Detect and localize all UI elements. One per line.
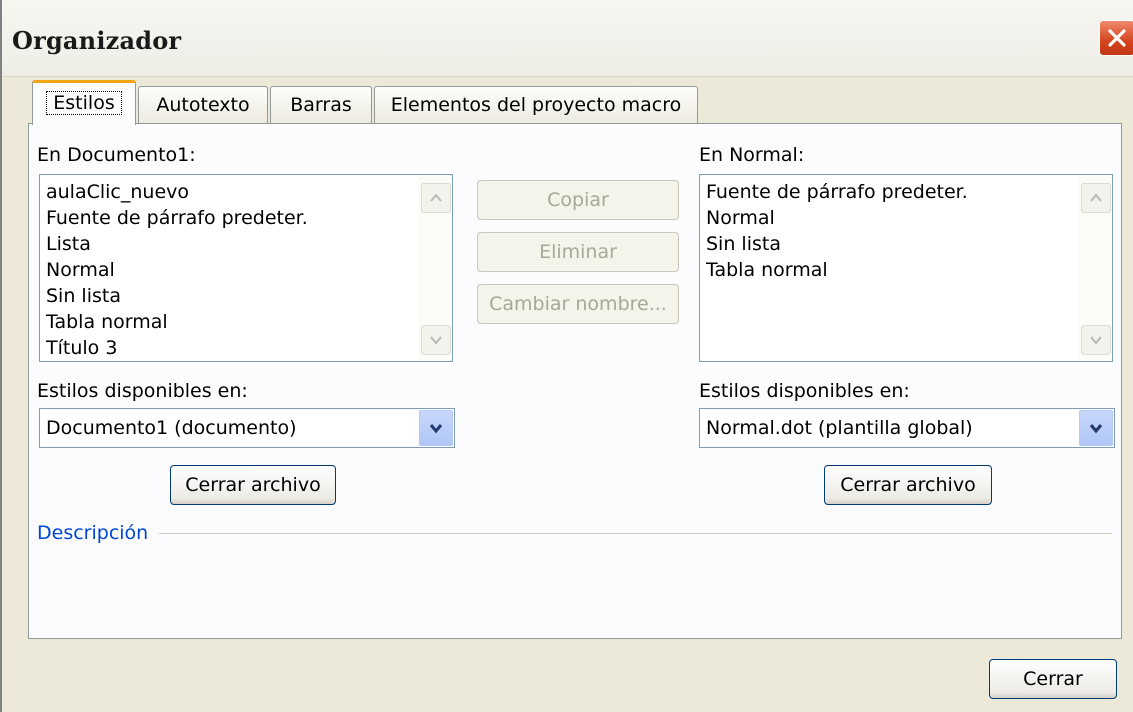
chevron-up-icon — [1090, 193, 1102, 202]
left-available-value: Documento1 (documento) — [46, 417, 297, 439]
list-item[interactable]: Lista — [46, 231, 308, 257]
tab-barras[interactable]: Barras — [270, 86, 372, 124]
list-item[interactable]: Sin lista — [706, 231, 968, 257]
scroll-up-button[interactable] — [421, 183, 451, 213]
scroll-down-button[interactable] — [1081, 325, 1111, 355]
chevron-down-icon — [1089, 424, 1103, 434]
scroll-up-button[interactable] — [1081, 183, 1111, 213]
left-available-select[interactable]: Documento1 (documento) — [39, 408, 455, 448]
title-bar[interactable]: Organizador — [2, 0, 1133, 77]
tab-estilos[interactable]: Estilos — [32, 80, 136, 125]
window-title: Organizador — [12, 26, 182, 55]
chevron-down-icon — [1090, 336, 1102, 345]
left-list-scrollbar[interactable] — [418, 175, 452, 361]
chevron-up-icon — [430, 193, 442, 202]
right-available-value: Normal.dot (plantilla global) — [706, 417, 973, 439]
right-dropdown-button[interactable] — [1079, 410, 1113, 446]
window-close-button[interactable] — [1099, 20, 1133, 56]
left-dropdown-button[interactable] — [419, 410, 453, 446]
tab-panel-estilos: En Documento1: aulaClic_nuevo Fuente de … — [28, 123, 1122, 639]
delete-button[interactable]: Eliminar — [477, 232, 679, 272]
organizer-dialog: Organizador Estilos Autotexto Barras Ele… — [0, 0, 1133, 712]
list-item[interactable]: Sin lista — [46, 283, 308, 309]
tab-autotexto[interactable]: Autotexto — [138, 86, 268, 124]
scroll-down-button[interactable] — [421, 325, 451, 355]
left-list-label: En Documento1: — [37, 144, 196, 166]
left-list-items: aulaClic_nuevo Fuente de párrafo predete… — [46, 179, 308, 361]
right-available-label: Estilos disponibles en: — [699, 380, 910, 402]
list-item[interactable]: Título 3 — [46, 335, 308, 361]
description-group-label: Descripción — [37, 522, 149, 544]
left-styles-list[interactable]: aulaClic_nuevo Fuente de párrafo predete… — [39, 174, 453, 362]
list-item[interactable]: Tabla normal — [706, 257, 968, 283]
list-item[interactable]: Normal — [46, 257, 308, 283]
list-item[interactable]: Fuente de párrafo predeter. — [46, 205, 308, 231]
right-list-items: Fuente de párrafo predeter. Normal Sin l… — [706, 179, 968, 283]
list-item[interactable]: Normal — [706, 205, 968, 231]
close-dialog-button[interactable]: Cerrar — [989, 659, 1117, 699]
right-styles-list[interactable]: Fuente de párrafo predeter. Normal Sin l… — [699, 174, 1113, 362]
chevron-down-icon — [429, 424, 443, 434]
list-item[interactable]: aulaClic_nuevo — [46, 179, 308, 205]
list-item[interactable]: Fuente de párrafo predeter. — [706, 179, 968, 205]
right-available-select[interactable]: Normal.dot (plantilla global) — [699, 408, 1115, 448]
close-icon — [1108, 29, 1126, 47]
chevron-down-icon — [430, 336, 442, 345]
left-available-label: Estilos disponibles en: — [37, 380, 248, 402]
right-list-scrollbar[interactable] — [1078, 175, 1112, 361]
copy-button[interactable]: Copiar — [477, 180, 679, 220]
rename-button[interactable]: Cambiar nombre... — [477, 284, 679, 324]
description-divider — [159, 533, 1112, 534]
right-close-file-button[interactable]: Cerrar archivo — [824, 465, 992, 505]
tab-elementos-proyecto-macro[interactable]: Elementos del proyecto macro — [374, 86, 698, 124]
list-item[interactable]: Tabla normal — [46, 309, 308, 335]
left-close-file-button[interactable]: Cerrar archivo — [170, 465, 336, 505]
right-list-label: En Normal: — [699, 144, 805, 166]
